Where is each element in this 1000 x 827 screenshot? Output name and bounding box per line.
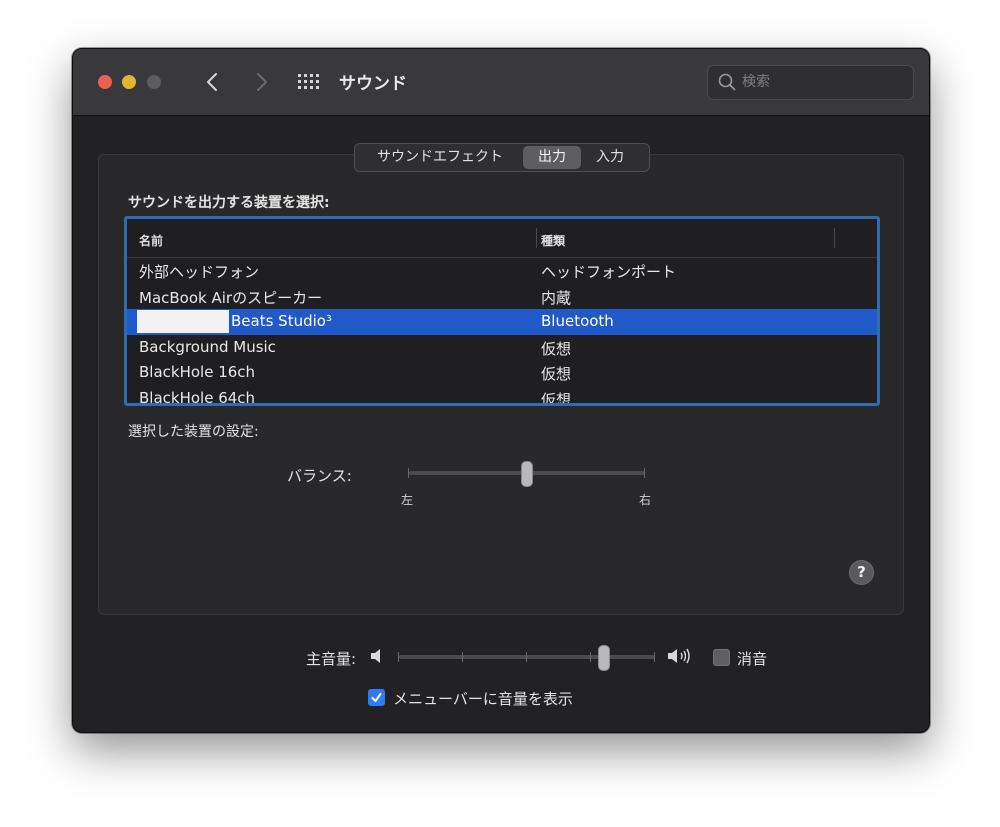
tab-output[interactable]: 出力 xyxy=(523,146,581,169)
sound-preferences-window: サウンド サウンドエフェクト 出力 入力 サウンドを出力する装置を選択: 名前 … xyxy=(72,48,930,733)
balance-tick xyxy=(644,468,645,478)
table-row[interactable]: 外部ヘッドフォン ヘッドフォンポート xyxy=(127,258,877,284)
search-input[interactable] xyxy=(742,71,902,93)
volume-tick xyxy=(398,652,399,662)
balance-label: バランス: xyxy=(287,467,352,485)
search-field[interactable] xyxy=(707,65,914,100)
device-settings-heading: 選択した装置の設定: xyxy=(128,424,259,440)
mute-checkbox[interactable] xyxy=(713,649,730,666)
tab-bar: サウンドエフェクト 出力 入力 xyxy=(354,143,650,172)
table-row-selected[interactable]: Beats Studio³ Bluetooth xyxy=(127,309,877,335)
volume-slider-knob[interactable] xyxy=(598,645,610,671)
device-name: MacBook Airのスピーカー xyxy=(139,288,323,307)
table-row[interactable]: BlackHole 64ch 仮想 xyxy=(127,386,877,406)
tab-input[interactable]: 入力 xyxy=(581,146,639,169)
forward-icon[interactable] xyxy=(249,68,273,96)
balance-tick xyxy=(408,468,409,478)
show-volume-in-menu-bar-checkbox[interactable] xyxy=(368,689,385,706)
device-kind: ヘッドフォンポート xyxy=(541,263,677,281)
speaker-low-icon xyxy=(369,647,385,665)
checkmark-icon xyxy=(371,693,382,702)
speaker-high-icon xyxy=(667,646,697,666)
device-name: Beats Studio³ xyxy=(231,312,332,331)
redacted-text-block xyxy=(137,310,229,334)
mute-label: 消音 xyxy=(737,650,768,668)
table-row[interactable]: BlackHole 16ch 仮想 xyxy=(127,360,877,386)
output-device-table[interactable]: 名前 種類 外部ヘッドフォン ヘッドフォンポート MacBook Airのスピー… xyxy=(124,216,880,406)
table-body: 外部ヘッドフォン ヘッドフォンポート MacBook Airのスピーカー 内蔵 … xyxy=(127,258,877,406)
device-kind: Bluetooth xyxy=(541,312,614,331)
device-name: BlackHole 16ch xyxy=(139,363,256,382)
column-divider xyxy=(536,228,537,248)
table-header: 名前 種類 xyxy=(127,219,877,258)
balance-right-label: 右 xyxy=(639,493,652,507)
device-name: Background Music xyxy=(139,337,276,356)
volume-tick xyxy=(654,652,655,662)
device-kind: 内蔵 xyxy=(541,288,572,307)
column-header-kind[interactable]: 種類 xyxy=(541,232,565,249)
window-title: サウンド xyxy=(339,74,407,94)
search-icon xyxy=(718,73,736,91)
table-row[interactable]: MacBook Airのスピーカー 内蔵 xyxy=(127,284,877,310)
minimize-window-button[interactable] xyxy=(122,75,136,89)
device-kind: 仮想 xyxy=(541,339,572,358)
show-all-grid-icon[interactable] xyxy=(297,71,321,93)
device-name: 外部ヘッドフォン xyxy=(139,263,260,281)
volume-tick xyxy=(590,652,591,662)
help-button[interactable]: ? xyxy=(849,560,874,585)
volume-tick xyxy=(526,652,527,662)
volume-tick xyxy=(462,652,463,662)
title-bar: サウンド xyxy=(73,49,929,116)
back-icon[interactable] xyxy=(201,68,225,96)
zoom-window-button[interactable] xyxy=(147,75,161,89)
balance-slider-knob[interactable] xyxy=(521,461,533,487)
output-device-heading: サウンドを出力する装置を選択: xyxy=(128,195,330,211)
balance-left-label: 左 xyxy=(401,493,414,507)
volume-slider-track[interactable] xyxy=(399,655,655,659)
device-kind: 仮想 xyxy=(541,390,572,406)
output-volume-label: 主音量: xyxy=(306,650,357,668)
device-kind: 仮想 xyxy=(541,365,572,384)
table-row[interactable]: Background Music 仮想 xyxy=(127,335,877,361)
tab-sound-effects[interactable]: サウンドエフェクト xyxy=(357,146,523,169)
column-header-name[interactable]: 名前 xyxy=(139,232,163,249)
column-divider xyxy=(834,228,835,248)
device-name: BlackHole 64ch xyxy=(139,388,256,406)
show-volume-in-menu-bar-label: メニューバーに音量を表示 xyxy=(393,690,573,708)
close-window-button[interactable] xyxy=(98,75,112,89)
